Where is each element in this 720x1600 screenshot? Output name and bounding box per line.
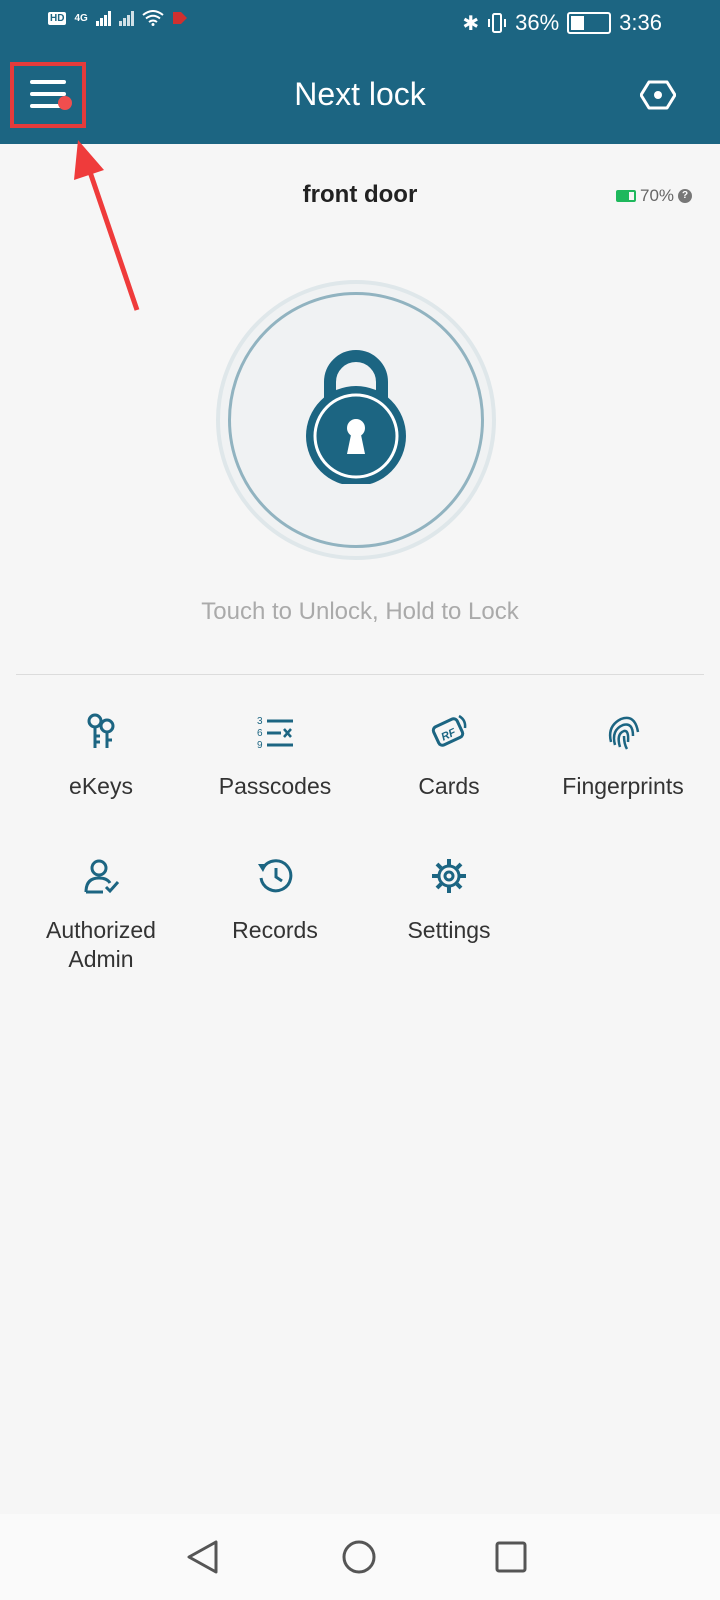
keys-icon [87,713,115,748]
unlock-button[interactable] [216,280,496,560]
svg-text:9: 9 [257,740,263,751]
network-type: 4G [74,12,88,24]
function-label: Records [232,917,318,943]
history-icon [258,859,293,893]
lock-name: front door [302,181,418,208]
notification-icon [172,12,187,24]
svg-text:6: 6 [257,728,263,739]
function-authorized-admin[interactable]: Authorized Admin [14,856,188,974]
rf-card-icon: RF [431,714,467,747]
battery-icon [567,12,612,34]
fingerprint-icon [608,716,640,750]
app-header: HD 4G ✱ 36% 3:36 Next lock [0,0,720,144]
recents-square-icon[interactable] [495,1541,527,1573]
admin-user-icon [84,859,120,894]
home-circle-icon[interactable] [342,1540,376,1574]
eye-icon[interactable] [640,80,676,110]
signal-2-icon [118,10,134,26]
padlock-icon [306,350,406,484]
function-ekeys[interactable]: eKeys [14,712,188,801]
signal-icon [95,10,111,26]
function-label: Passcodes [218,773,332,799]
function-passcodes[interactable]: 3 6 9 Passcodes [188,712,362,801]
vibrate-icon [488,13,507,33]
function-label: eKeys [69,773,133,799]
svg-text:3: 3 [257,716,263,727]
function-settings[interactable]: Settings [362,856,536,945]
system-nav-bar [0,1514,720,1600]
passcode-list-icon: 3 6 9 [257,716,293,751]
gear-icon [432,859,466,893]
hd-badge: HD [48,11,67,25]
wifi-icon [142,10,164,26]
lock-battery-icon [616,190,636,202]
function-label: Cards [418,773,480,799]
battery-percent: 36% [515,10,560,35]
divider [16,674,704,675]
unlock-hint: Touch to Unlock, Hold to Lock [201,598,519,625]
clock: 3:36 [619,10,662,35]
function-label: Authorized Admin [46,917,156,972]
function-records[interactable]: Records [188,856,362,945]
status-bar: HD 4G ✱ 36% 3:36 [0,0,720,50]
bluetooth-icon: ✱ [462,12,480,35]
function-cards[interactable]: RF Cards [362,712,536,801]
back-triangle-icon[interactable] [186,1540,220,1574]
function-fingerprints[interactable]: Fingerprints [536,712,710,801]
help-icon[interactable]: ? [678,189,693,203]
function-label: Settings [407,917,491,943]
page-title: Next lock [294,76,426,112]
function-label: Fingerprints [562,773,684,799]
lock-battery-percent: 70% [640,186,675,205]
lock-battery: 70% ? [616,186,693,206]
